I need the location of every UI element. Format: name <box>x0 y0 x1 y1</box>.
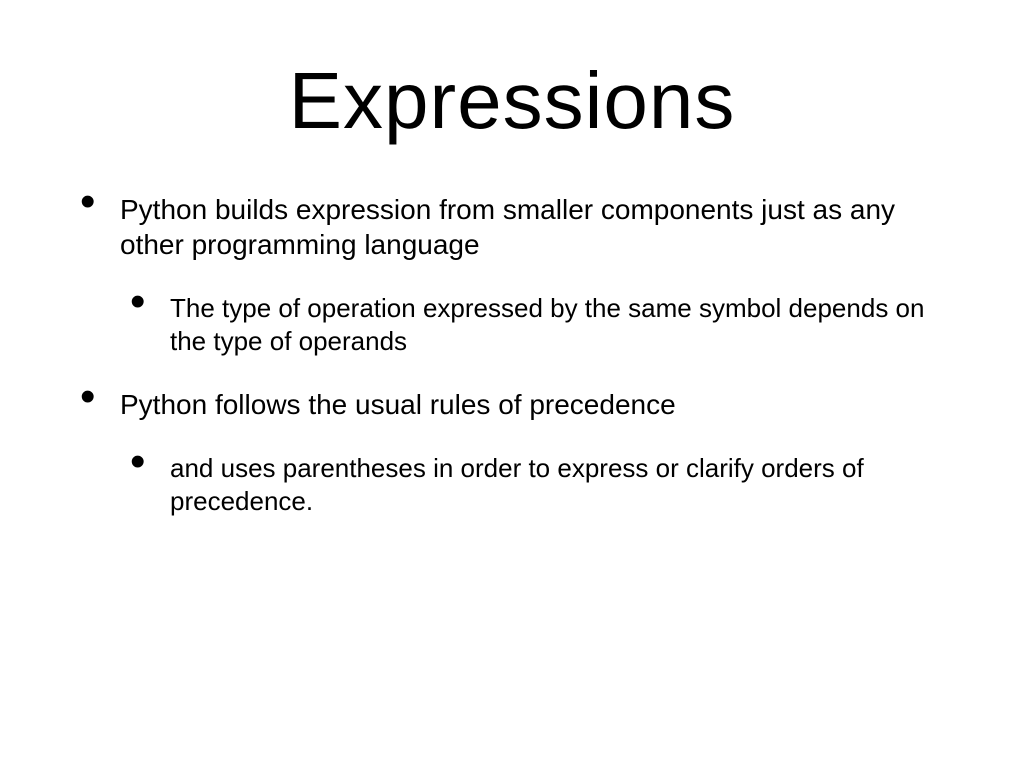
slide-container: Expressions Python builds expression fro… <box>0 0 1024 768</box>
bullet-text: Python follows the usual rules of preced… <box>120 389 676 420</box>
list-item: Python follows the usual rules of preced… <box>70 387 954 517</box>
sub-bullet-text: The type of operation expressed by the s… <box>170 293 924 356</box>
sub-bullet-list: The type of operation expressed by the s… <box>120 292 954 357</box>
sub-bullet-list: and uses parentheses in order to express… <box>120 452 954 517</box>
bullet-list: Python builds expression from smaller co… <box>70 192 954 517</box>
sub-bullet-text: and uses parentheses in order to express… <box>170 453 864 516</box>
bullet-text: Python builds expression from smaller co… <box>120 194 895 260</box>
list-item: The type of operation expressed by the s… <box>120 292 954 357</box>
slide-title: Expressions <box>70 55 954 147</box>
list-item: and uses parentheses in order to express… <box>120 452 954 517</box>
list-item: Python builds expression from smaller co… <box>70 192 954 357</box>
